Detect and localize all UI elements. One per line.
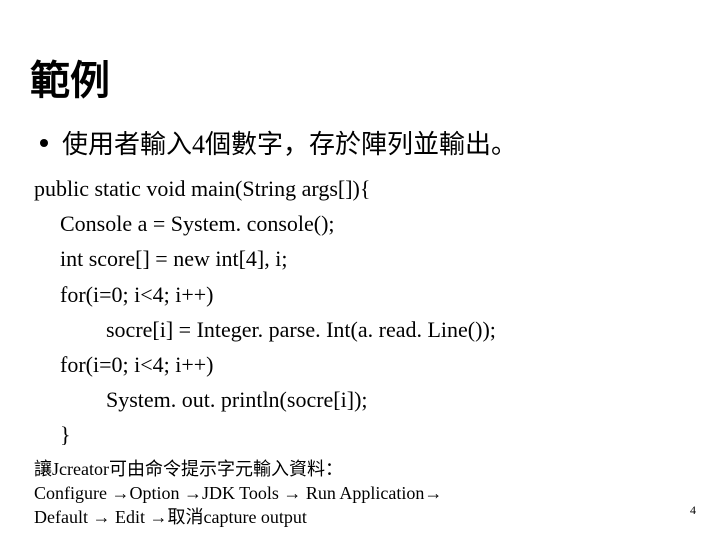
code-line: for(i=0; i<4; i++) bbox=[60, 277, 690, 312]
code-line: for(i=0; i<4; i++) bbox=[60, 347, 690, 382]
code-line: int score[] = new int[4], i; bbox=[60, 241, 690, 276]
code-line: public static void main(String args[]){ bbox=[34, 171, 690, 206]
bullet-item: 使用者輸入4個數字，存於陣列並輸出。 bbox=[40, 124, 690, 161]
bullet-icon bbox=[40, 139, 48, 147]
page-number: 4 bbox=[690, 503, 696, 518]
code-line: socre[i] = Integer. parse. Int(a. read. … bbox=[106, 312, 690, 347]
note-line: Default → Edit →取消capture output bbox=[34, 505, 690, 529]
note-line: 讓Jcreator可由命令提示字元輸入資料： bbox=[34, 457, 690, 481]
slide: 範例 使用者輸入4個數字，存於陣列並輸出。 public static void… bbox=[0, 0, 720, 540]
code-line: } bbox=[60, 417, 690, 452]
code-line: System. out. println(socre[i]); bbox=[106, 382, 690, 417]
slide-title: 範例 bbox=[30, 48, 690, 106]
note-block: 讓Jcreator可由命令提示字元輸入資料： Configure →Option… bbox=[34, 457, 690, 530]
code-block: public static void main(String args[]){ … bbox=[34, 171, 690, 453]
code-line: Console a = System. console(); bbox=[60, 206, 690, 241]
bullet-text: 使用者輸入4個數字，存於陣列並輸出。 bbox=[62, 124, 517, 161]
note-line: Configure →Option →JDK Tools → Run Appli… bbox=[34, 481, 690, 505]
